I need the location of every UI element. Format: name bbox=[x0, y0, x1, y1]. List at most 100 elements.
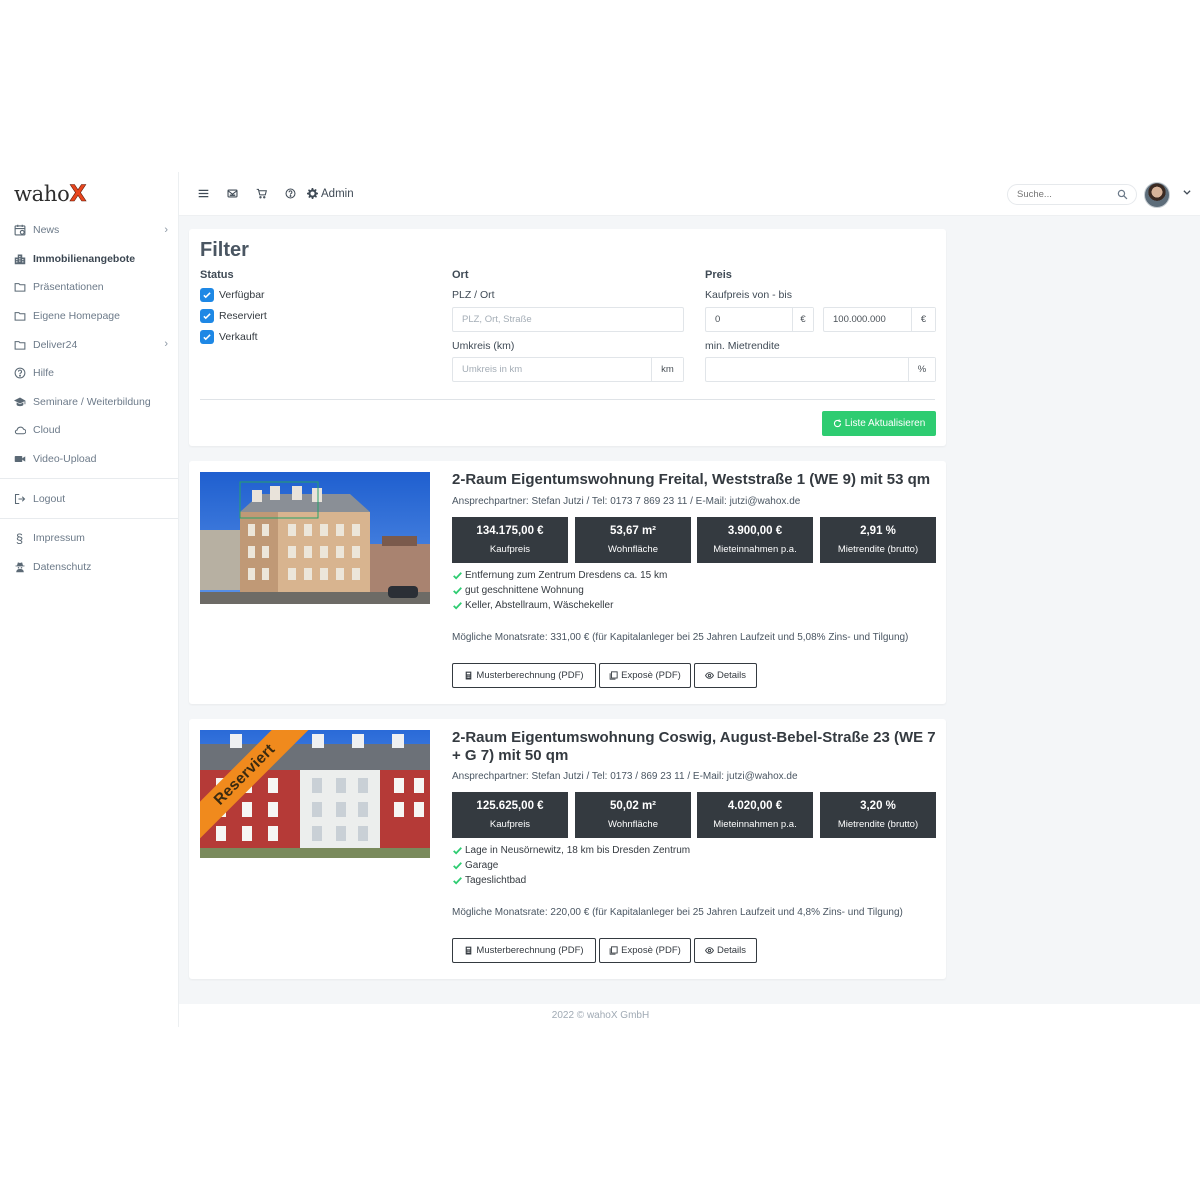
feature-item: gut geschnittene Wohnung bbox=[452, 585, 584, 596]
refresh-icon bbox=[833, 419, 841, 428]
sidebar-item-eigene-homepage[interactable]: Eigene Homepage bbox=[0, 302, 178, 331]
sidebar-item-seminare[interactable]: Seminare / Weiterbildung bbox=[0, 388, 178, 417]
sign-out-icon bbox=[13, 492, 26, 505]
topbar: Admin bbox=[179, 172, 1200, 216]
checkbox-verfuegbar[interactable]: Verfügbar bbox=[200, 288, 265, 302]
question-circle-icon bbox=[13, 367, 26, 380]
property-photo[interactable]: Reserviert bbox=[200, 730, 430, 858]
footer: 2022 © wahoX GmbH bbox=[179, 1004, 1022, 1027]
listing-title[interactable]: 2-Raum Eigentumswohnung Coswig, August-B… bbox=[452, 729, 939, 765]
search-box bbox=[1007, 184, 1137, 205]
sidebar-item-praesentationen[interactable]: Präsentationen bbox=[0, 273, 178, 302]
umkreis-field: km bbox=[452, 357, 684, 382]
filter-panel: Filter Status Verfügbar Reserviert Verka… bbox=[189, 229, 946, 446]
mail-icon[interactable] bbox=[218, 184, 247, 204]
sidebar-item-label: Cloud bbox=[33, 424, 61, 437]
calendar-icon bbox=[13, 224, 26, 237]
umkreis-input[interactable] bbox=[453, 358, 651, 381]
sidebar-item-cloud[interactable]: Cloud bbox=[0, 416, 178, 445]
stat-label: Mietrendite (brutto) bbox=[837, 544, 919, 555]
stat-mieteinnahmen: 3.900,00 € Mieteinnahmen p.a. bbox=[697, 517, 813, 563]
property-photo[interactable] bbox=[200, 472, 430, 604]
avatar[interactable] bbox=[1144, 182, 1170, 208]
plz-input[interactable] bbox=[453, 308, 683, 331]
folder-icon bbox=[13, 310, 26, 323]
stat-wohnflaeche: 50,02 m² Wohnfläche bbox=[575, 792, 691, 838]
musterberechnung-button[interactable]: Musterberechnung (PDF) bbox=[452, 663, 596, 688]
button-label: Musterberechnung (PDF) bbox=[476, 670, 584, 681]
sidebar-item-impressum[interactable]: § Impressum bbox=[0, 524, 178, 553]
expose-button[interactable]: Exposè (PDF) bbox=[599, 938, 691, 963]
details-button[interactable]: Details bbox=[694, 938, 757, 963]
checkbox-label: Verkauft bbox=[219, 331, 258, 343]
checkbox-reserviert[interactable]: Reserviert bbox=[200, 309, 267, 323]
logo[interactable]: waho X bbox=[0, 172, 178, 216]
filter-divider bbox=[200, 399, 935, 400]
plz-field bbox=[452, 307, 684, 332]
mietrendite-input[interactable] bbox=[706, 358, 908, 381]
stat-value: 3,20 % bbox=[860, 800, 896, 812]
sidebar-item-label: Eigene Homepage bbox=[33, 310, 120, 323]
cart-icon[interactable] bbox=[247, 184, 276, 204]
listing-contact: Ansprechpartner: Stefan Jutzi / Tel: 017… bbox=[452, 771, 798, 782]
building-icon bbox=[13, 252, 26, 265]
sidebar-item-video-upload[interactable]: Video-Upload bbox=[0, 445, 178, 474]
stat-label: Kaufpreis bbox=[489, 544, 531, 555]
menu-icon[interactable] bbox=[189, 184, 218, 204]
price-to-field: € bbox=[823, 307, 936, 332]
details-button[interactable]: Details bbox=[694, 663, 757, 688]
stat-value: 50,02 m² bbox=[609, 800, 657, 812]
mietrendite-label: min. Mietrendite bbox=[705, 340, 780, 352]
update-list-button[interactable]: Liste Aktualisieren bbox=[822, 411, 936, 436]
sidebar-item-label: Präsentationen bbox=[33, 281, 104, 294]
checkbox-verkauft[interactable]: Verkauft bbox=[200, 330, 258, 344]
listing-contact: Ansprechpartner: Stefan Jutzi / Tel: 017… bbox=[452, 496, 801, 507]
chevron-down-icon[interactable] bbox=[1182, 187, 1192, 197]
mietrendite-field: % bbox=[705, 357, 936, 382]
listing-title[interactable]: 2-Raum Eigentumswohnung Freital, Weststr… bbox=[452, 471, 939, 489]
admin-menu[interactable]: Admin bbox=[307, 188, 354, 200]
sidebar-item-hilfe[interactable]: Hilfe bbox=[0, 359, 178, 388]
update-list-label: Liste Aktualisieren bbox=[844, 418, 926, 429]
listing-card: Reserviert 2-Raum Eigentumswohnung Coswi… bbox=[189, 719, 946, 979]
stat-value: 2,91 % bbox=[860, 525, 896, 537]
feature-item: Lage in Neusörnewitz, 18 km bis Dresden … bbox=[452, 845, 690, 856]
sidebar-item-immobilienangebote[interactable]: Immobilienangebote bbox=[0, 245, 178, 274]
copyright-text: 2022 © wahoX GmbH bbox=[551, 1010, 650, 1021]
feature-text: gut geschnittene Wohnung bbox=[465, 585, 584, 596]
sidebar-item-logout[interactable]: Logout bbox=[0, 484, 178, 513]
plz-label: PLZ / Ort bbox=[452, 289, 495, 301]
chevron-right-icon: › bbox=[164, 224, 168, 236]
preis-label: Preis bbox=[705, 269, 732, 281]
expose-button[interactable]: Exposè (PDF) bbox=[599, 663, 691, 688]
search-icon[interactable] bbox=[1117, 189, 1128, 200]
help-icon[interactable] bbox=[276, 184, 305, 204]
sidebar-item-news[interactable]: News › bbox=[0, 216, 178, 245]
price-from-input[interactable] bbox=[706, 308, 792, 331]
graduation-cap-icon bbox=[13, 395, 26, 408]
button-label: Details bbox=[716, 670, 747, 681]
admin-label: Admin bbox=[321, 187, 354, 200]
search-input[interactable] bbox=[1017, 189, 1113, 200]
sidebar-item-datenschutz[interactable]: Datenschutz bbox=[0, 553, 178, 582]
checkbox-checked-icon bbox=[200, 309, 214, 323]
feature-item: Tageslichtbad bbox=[452, 875, 526, 886]
musterberechnung-button[interactable]: Musterberechnung (PDF) bbox=[452, 938, 596, 963]
folder-icon bbox=[13, 281, 26, 294]
check-icon bbox=[453, 877, 462, 885]
user-secret-icon bbox=[13, 560, 26, 573]
main-content: Filter Status Verfügbar Reserviert Verka… bbox=[179, 216, 1200, 1004]
feature-text: Tageslichtbad bbox=[465, 875, 527, 886]
sidebar-item-label: Seminare / Weiterbildung bbox=[33, 395, 151, 408]
sidebar-item-deliver24[interactable]: Deliver24 › bbox=[0, 330, 178, 359]
check-icon bbox=[453, 602, 462, 610]
sidebar-divider bbox=[0, 478, 178, 480]
sidebar-item-label: Immobilienangebote bbox=[33, 252, 136, 265]
stat-value: 125.625,00 € bbox=[476, 800, 544, 812]
sidebar-item-label: News bbox=[33, 224, 60, 237]
umkreis-label: Umkreis (km) bbox=[452, 340, 515, 352]
monthly-rate: Mögliche Monatsrate: 331,00 € (für Kapit… bbox=[452, 632, 909, 643]
price-to-input[interactable] bbox=[824, 308, 911, 331]
stat-label: Mieteinnahmen p.a. bbox=[713, 819, 797, 830]
app-shell: waho X News › Immobilienangebote Präsenta… bbox=[0, 172, 1200, 1027]
